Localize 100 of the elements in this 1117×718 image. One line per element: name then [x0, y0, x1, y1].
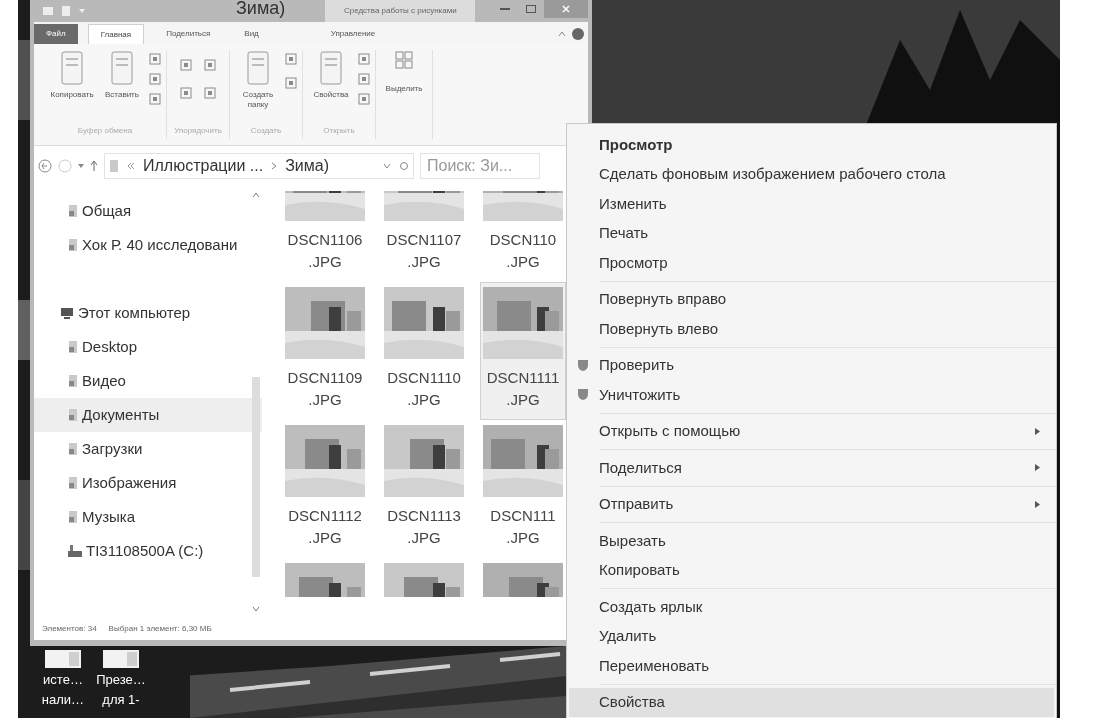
overflow-chevron-icon	[127, 162, 135, 170]
ribbon-button[interactable]: Вставить	[98, 50, 146, 100]
file-name: DSCN110	[489, 230, 557, 250]
nav-item[interactable]: Загрузки	[34, 432, 262, 466]
maximize-icon	[526, 5, 536, 13]
nav-item[interactable]: Desktop	[34, 330, 262, 364]
menu-item[interactable]: Удалить	[569, 621, 1054, 651]
ribbon-tab[interactable]: Поделиться	[154, 24, 223, 44]
file-tile[interactable]: DSCN1109 .JPG	[282, 282, 368, 420]
menu-item[interactable]: Проверить	[569, 350, 1054, 380]
ribbon-tab[interactable]: Главная	[87, 24, 145, 44]
file-tile[interactable]: DSCN1111 .JPG	[480, 282, 566, 420]
nav-item[interactable]: Изображения	[34, 466, 262, 500]
menu-item[interactable]: Просмотр	[569, 130, 1054, 160]
chevron-right-icon	[271, 162, 278, 170]
collapse-icon	[558, 31, 566, 37]
file-tile[interactable]: DSCN1113 .JPG	[381, 420, 467, 558]
menu-item[interactable]: Открыть с помощью	[569, 416, 1054, 446]
ribbon-button[interactable]: Свойства	[307, 50, 355, 100]
desktop-icon-label[interactable]: для 1-	[102, 692, 140, 708]
scroll-down-icon	[252, 606, 260, 612]
group-label: Создать	[250, 125, 282, 137]
menu-item[interactable]: Свойства	[569, 687, 1054, 717]
file-tile[interactable]: DSCN1112 .JPG	[282, 420, 368, 558]
file-name: DSCN1106	[287, 230, 363, 250]
close-icon	[562, 5, 570, 13]
status-text: Элементов: 34	[42, 623, 97, 635]
file-tile[interactable]: DSCN1110 .JPG	[381, 282, 467, 420]
breadcrumb[interactable]: Зима)	[285, 154, 329, 178]
file-tile[interactable]: DSCN1106 .JPG	[282, 186, 368, 282]
shield-icon	[577, 358, 589, 372]
desktop-icon-label[interactable]: нали…	[41, 692, 85, 708]
menu-item[interactable]: Вырезать	[569, 526, 1054, 556]
menu-item[interactable]: Изменить	[569, 189, 1054, 219]
file-extension: .JPG	[308, 252, 342, 272]
file-name: DSCN1109	[287, 368, 363, 388]
group-label: Упорядочить	[174, 125, 222, 137]
nav-item[interactable]: Общая	[34, 194, 262, 228]
group-label: Буфер обмена	[77, 125, 133, 137]
menu-item[interactable]: Поделиться	[569, 453, 1054, 483]
file-extension: .JPG	[506, 528, 540, 548]
document-icon	[101, 650, 141, 668]
computer-icon	[60, 307, 74, 319]
ribbon-tab[interactable]: Файл	[34, 24, 78, 44]
back-icon	[38, 159, 52, 173]
menu-item[interactable]: Повернуть влево	[569, 314, 1054, 344]
file-extension: .JPG	[308, 528, 342, 548]
shield-icon	[577, 388, 589, 401]
file-name: DSCN1113	[387, 506, 461, 526]
window-title: Зима)	[236, 0, 286, 17]
nav-item[interactable]: Этот компьютер	[34, 296, 262, 330]
file-name: DSCN1107	[386, 230, 462, 250]
menu-item[interactable]: Переименовать	[569, 651, 1054, 681]
file-name: DSCN111	[490, 506, 556, 526]
address-bar[interactable]: Иллюстрации ... Зима)	[104, 153, 414, 179]
file-extension: .JPG	[407, 252, 441, 272]
nav-item[interactable]: Музыка	[34, 500, 262, 534]
file-extension: .JPG	[407, 528, 441, 548]
file-tile[interactable]: DSCN1107 .JPG	[381, 186, 467, 282]
nav-item[interactable]: Хок Р. 40 исследовани	[34, 228, 262, 262]
file-extension: .JPG	[308, 390, 342, 410]
submenu-arrow-icon	[1035, 500, 1040, 508]
file-extension: .JPG	[407, 390, 441, 410]
ribbon-tab[interactable]: Управление	[318, 24, 388, 44]
breadcrumb[interactable]: Иллюстрации ...	[143, 154, 264, 178]
ribbon-button[interactable]: Создать папку	[234, 50, 282, 110]
status-text: Выбран 1 элемент: 6,30 МБ	[108, 623, 212, 635]
scrollbar-thumb[interactable]	[252, 377, 260, 577]
submenu-arrow-icon	[1035, 464, 1040, 472]
dropdown-icon	[78, 7, 86, 15]
desktop-icon-label[interactable]: исте…	[43, 668, 83, 692]
up-arrow-icon	[90, 160, 98, 172]
select-button[interactable]: Выделить	[380, 50, 428, 94]
menu-item[interactable]: Сделать фоновым изображением рабочего стола	[569, 159, 1054, 189]
file-extension: .JPG	[506, 390, 540, 410]
context-tab-title: Средства работы с рисунками	[325, 0, 476, 22]
file-tile[interactable]: DSCN110 .JPG	[480, 186, 566, 282]
scroll-up-icon	[252, 192, 260, 198]
group-label: Открыть	[323, 125, 355, 137]
dropdown-icon	[383, 163, 391, 169]
menu-item[interactable]: Просмотр	[569, 248, 1054, 278]
dropdown-icon	[78, 163, 84, 169]
file-tile[interactable]: DSCN111 .JPG	[480, 420, 566, 558]
menu-item[interactable]: Уничтожить	[569, 380, 1054, 410]
desktop-icon-label[interactable]: Презе…	[96, 668, 146, 692]
back-button[interactable]	[38, 159, 52, 173]
nav-item[interactable]: TI31108500A (C:)	[34, 534, 262, 568]
ribbon-tab[interactable]: Вид	[232, 24, 271, 44]
menu-item[interactable]: Создать ярлык	[569, 592, 1054, 622]
search-field[interactable]: Поиск: Зи...	[420, 153, 540, 179]
nav-item[interactable]: Документы	[34, 398, 262, 432]
menu-item[interactable]: Повернуть вправо	[569, 284, 1054, 314]
ribbon-button[interactable]: Копировать	[48, 50, 96, 100]
menu-item[interactable]: Печать	[569, 218, 1054, 248]
submenu-arrow-icon	[1035, 427, 1040, 435]
nav-item[interactable]: Видео	[34, 364, 262, 398]
menu-item[interactable]: Отправить	[569, 489, 1054, 519]
file-name: DSCN1110	[387, 368, 461, 388]
menu-item[interactable]: Копировать	[569, 555, 1054, 585]
file-extension: .JPG	[506, 252, 540, 272]
